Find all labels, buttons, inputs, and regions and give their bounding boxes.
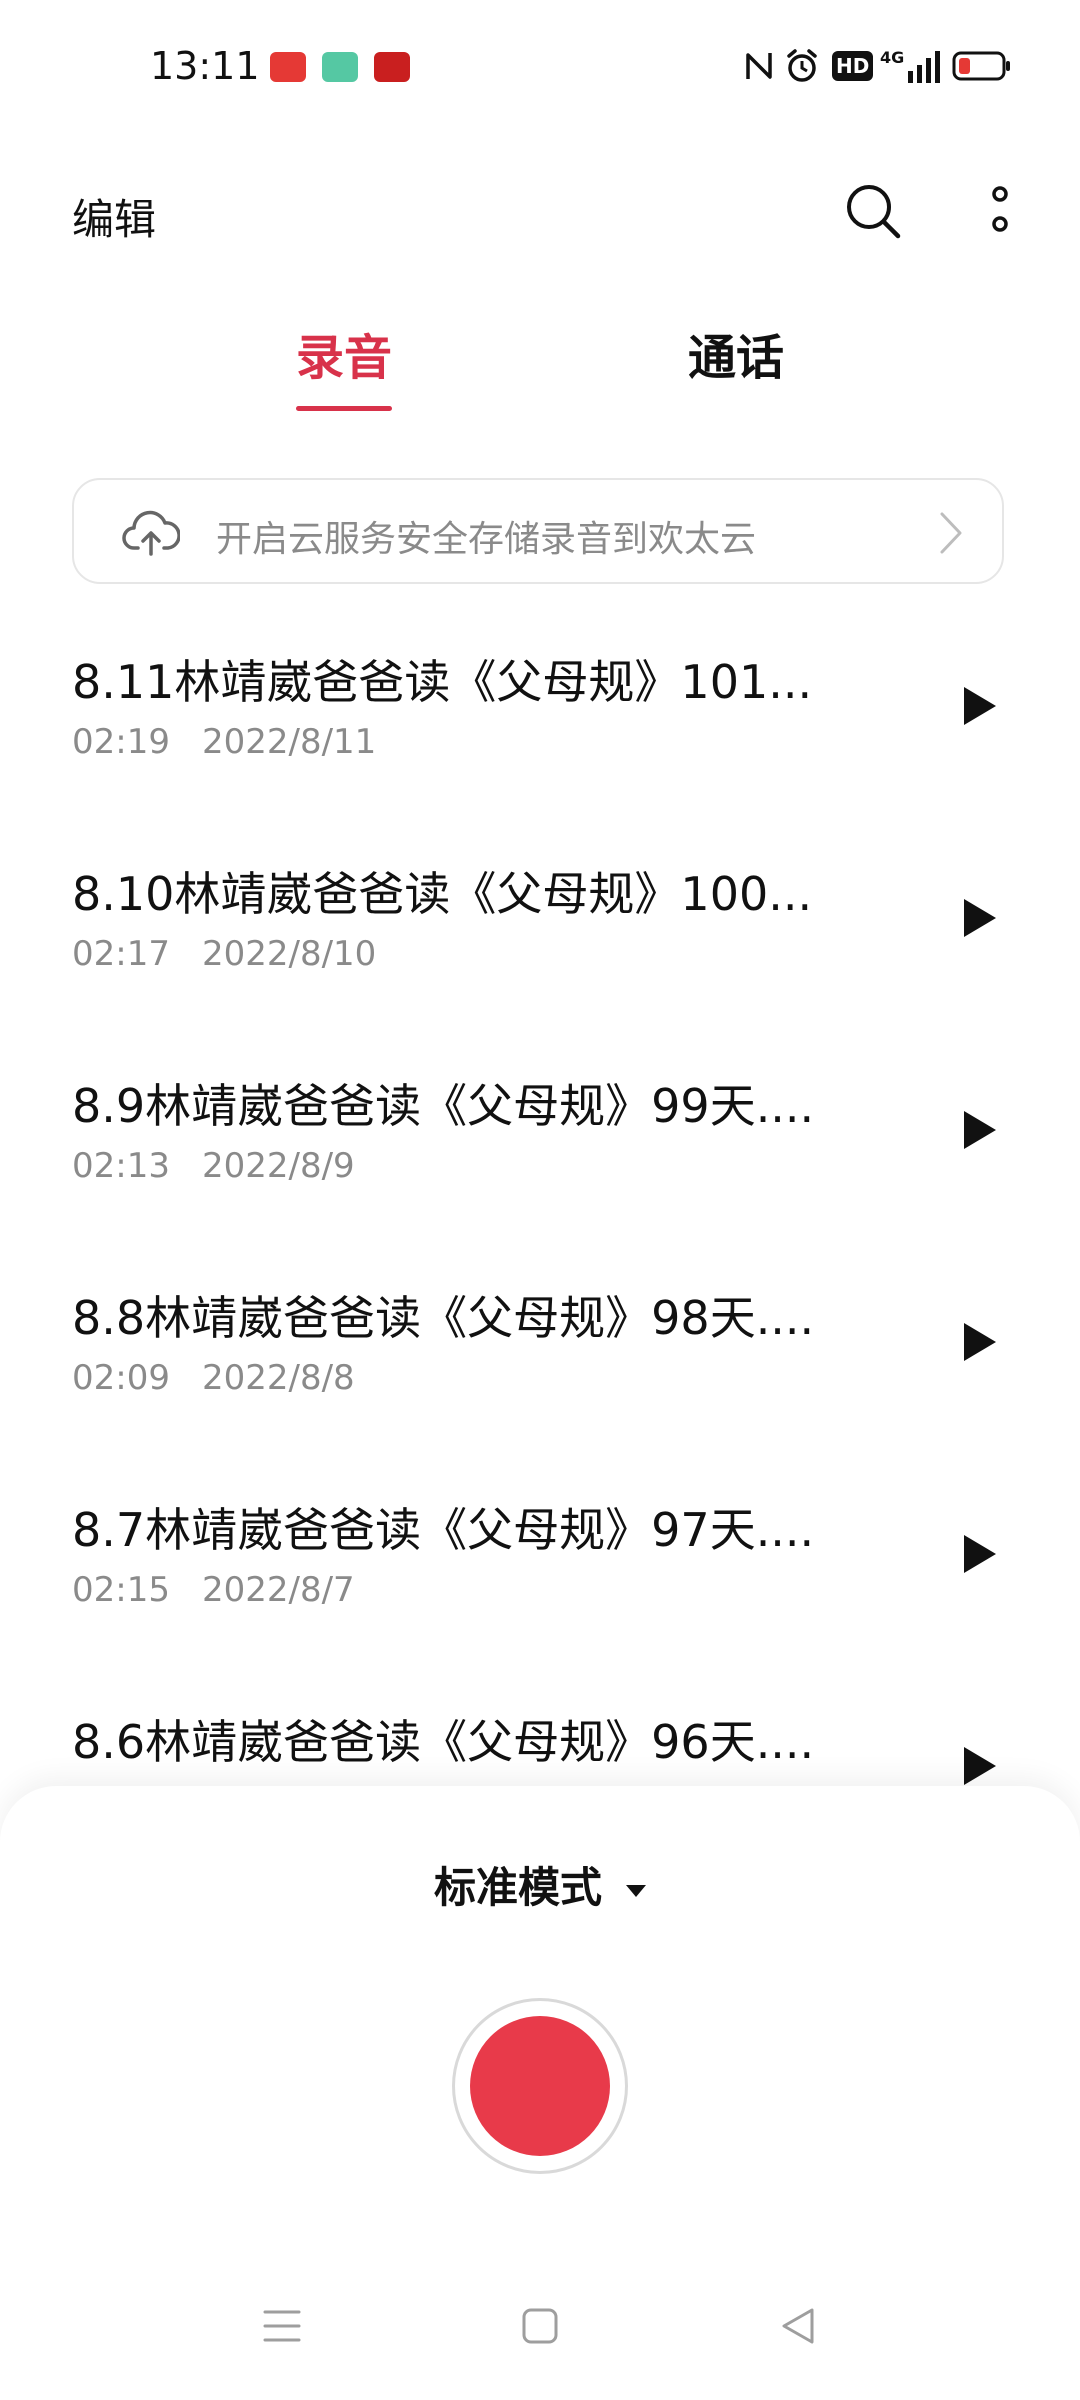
search-icon (847, 185, 901, 239)
alarm-icon (784, 48, 820, 84)
recording-title: 8.9林靖崴爸爸读《父母规》99天.... (72, 1079, 815, 1133)
battery-low-icon (952, 48, 1012, 84)
nfc-icon (744, 48, 774, 84)
recording-title: 8.10林靖崴爸爸读《父母规》100... (72, 867, 813, 921)
xuexi-app-icon (374, 52, 410, 82)
play-icon[interactable] (954, 682, 1002, 730)
edit-button[interactable]: 编辑 (72, 186, 156, 247)
recording-title: 8.6林靖崴爸爸读《父母规》96天.... (72, 1715, 815, 1769)
recording-title: 8.8林靖崴爸爸读《父母规》98天.... (72, 1291, 815, 1345)
status-time: 13:11 (150, 44, 260, 88)
green-app-icon (322, 52, 358, 82)
tab-recordings[interactable]: 录音 (296, 318, 392, 388)
recording-meta: 02:15 2022/8/7 (72, 1570, 355, 1610)
recording-duration: 02:15 (72, 1570, 170, 1610)
play-icon[interactable] (954, 1742, 1002, 1790)
play-icon[interactable] (954, 1530, 1002, 1578)
toutiao-app-icon (270, 52, 306, 82)
recording-meta: 02:17 2022/8/10 (72, 934, 376, 974)
cloud-banner-text: 开启云服务安全存储录音到欢太云 (216, 519, 757, 560)
tab-calls[interactable]: 通话 (688, 318, 784, 388)
recording-date: 2022/8/8 (201, 1358, 355, 1398)
recording-item[interactable]: 8.11林靖崴爸爸读《父母规》101... 02:19 2022/8/11 (0, 646, 1080, 858)
recording-meta: 02:13 2022/8/9 (72, 1146, 355, 1186)
recording-item[interactable]: 8.7林靖崴爸爸读《父母规》97天.... 02:15 2022/8/7 (0, 1494, 1080, 1706)
cloud-service-banner[interactable]: 开启云服务安全存储录音到欢太云 (72, 478, 1004, 584)
tab-active-indicator (296, 406, 392, 411)
4g-signal-icon: 4G (880, 48, 942, 84)
recording-item[interactable]: 8.8林靖崴爸爸读《父母规》98天.... 02:09 2022/8/8 (0, 1282, 1080, 1494)
back-nav-icon[interactable] (778, 2306, 818, 2346)
recording-duration: 02:19 (72, 722, 170, 762)
recording-duration: 02:17 (72, 934, 170, 974)
recording-duration: 02:13 (72, 1146, 170, 1186)
recording-date: 2022/8/10 (201, 934, 377, 974)
record-button-core (470, 2016, 610, 2156)
recording-meta: 02:19 2022/8/11 (72, 722, 376, 762)
more-vertical-icon (992, 186, 1008, 232)
play-icon[interactable] (954, 1106, 1002, 1154)
recording-title: 8.7林靖崴爸爸读《父母规》97天.... (72, 1503, 815, 1557)
home-nav-icon[interactable] (520, 2306, 560, 2346)
menu-nav-icon[interactable] (262, 2306, 302, 2346)
recording-date: 2022/8/11 (201, 722, 377, 762)
mode-selector[interactable]: 标准模式 (0, 1854, 1080, 1915)
play-icon[interactable] (954, 894, 1002, 942)
recording-date: 2022/8/9 (201, 1146, 355, 1186)
mode-label: 标准模式 (433, 1863, 602, 1912)
recording-title: 8.11林靖崴爸爸读《父母规》101... (72, 655, 813, 709)
recording-meta: 02:09 2022/8/8 (72, 1358, 355, 1398)
search-button[interactable] (842, 180, 904, 242)
recording-duration: 02:09 (72, 1358, 170, 1398)
hd-icon: HD (832, 48, 874, 84)
recording-date: 2022/8/7 (201, 1570, 355, 1610)
recording-item[interactable]: 8.9林靖崴爸爸读《父母规》99天.... 02:13 2022/8/9 (0, 1070, 1080, 1282)
play-icon[interactable] (954, 1318, 1002, 1366)
recording-item[interactable]: 8.10林靖崴爸爸读《父母规》100... 02:17 2022/8/10 (0, 858, 1080, 1070)
status-bar: 13:11 HD 4G (0, 0, 1080, 120)
cloud-upload-icon (122, 510, 180, 556)
more-options-button[interactable] (980, 180, 1020, 242)
caret-down-icon (626, 1884, 646, 1897)
record-button[interactable] (452, 1998, 628, 2174)
chevron-right-icon (940, 512, 962, 554)
